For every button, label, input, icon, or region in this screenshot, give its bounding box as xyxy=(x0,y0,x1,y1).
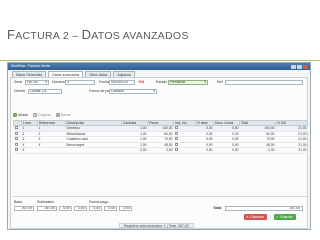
cliente-field[interactable]: Cliente 1 A … xyxy=(28,89,62,94)
cancel-button[interactable]: ✕ Cancelar xyxy=(244,214,267,220)
base-label: Base xyxy=(14,200,23,204)
row-checkbox[interactable] xyxy=(13,147,22,154)
close-icon[interactable] xyxy=(303,64,308,69)
maximize-icon[interactable] xyxy=(297,64,302,69)
plus-icon: + xyxy=(13,113,17,117)
cancel-label: Cancelar xyxy=(249,214,264,219)
duplicate-line-button[interactable]: ⧉ Duplicar xyxy=(33,113,51,117)
duplicate-icon: ⧉ xyxy=(33,113,38,117)
check-icon: ✓ xyxy=(276,214,279,219)
cliente-label: Cliente xyxy=(14,89,26,93)
status-bar: Registros seleccionados: 1 | Total: 267,… xyxy=(119,223,194,228)
footer-divider xyxy=(13,196,307,197)
table-cell: 21,00 xyxy=(275,147,308,154)
minimize-icon[interactable] xyxy=(291,64,296,69)
table-cell: 0,00 xyxy=(121,147,148,154)
ref-label: Ref xyxy=(217,80,223,84)
subtotal-field-2[interactable]: 0,00 xyxy=(59,206,72,211)
invoice-window: Modificar: Factura Venta Datos Generales… xyxy=(7,62,311,230)
subtotal-field-3[interactable]: 0,00 xyxy=(74,206,87,211)
table-cell: 0,00 xyxy=(239,147,276,154)
invoice-lines-table: Línea Referencia Descripción Cantidad Pr… xyxy=(13,120,308,154)
table-cell xyxy=(65,147,122,154)
table-cell: 0,00 xyxy=(213,147,240,154)
forma-pago-total-label: Forma pago xyxy=(89,200,109,204)
table-cell: 5 xyxy=(21,147,38,154)
subtotal-label: Subtotales xyxy=(37,200,54,204)
duplicate-label: Duplicar xyxy=(38,113,51,117)
table-cell: 0,00 xyxy=(147,147,174,154)
estado-select[interactable]: Pendiente xyxy=(168,80,208,85)
table-cell: 0,00 xyxy=(195,147,214,154)
fecha-field[interactable]: 04/03/2014 xyxy=(109,80,135,85)
forma-pago-select[interactable]: Contado xyxy=(109,89,157,94)
cliente-lookup-icon[interactable]: … xyxy=(57,90,60,93)
table-cell xyxy=(37,147,66,154)
imp-inc-checkbox[interactable] xyxy=(173,147,196,154)
fecha-offset: +03 xyxy=(138,80,145,84)
delete-line-button[interactable]: × Borrar xyxy=(55,113,71,117)
pago-field-1[interactable]: 0,00 xyxy=(104,206,117,211)
tab-content: Serie FACVE Número 3 Fecha 04/03/2014 +0… xyxy=(10,77,308,229)
ref-field[interactable] xyxy=(225,80,303,85)
subtotal-field-4[interactable]: 0,00 xyxy=(89,206,102,211)
subtotal-field-1[interactable]: 267,00 xyxy=(37,206,57,211)
save-label: Guardar xyxy=(279,214,293,219)
base-field[interactable]: 267,00 xyxy=(14,206,34,211)
window-title: Modificar: Factura Venta xyxy=(11,64,50,68)
total-field[interactable]: 267,00 xyxy=(225,206,303,211)
title-divider xyxy=(0,60,320,61)
estado-label: Estado xyxy=(156,80,168,84)
slide-title: FACTURA 2 – DATOS AVANZADOS xyxy=(7,27,189,42)
cliente-value: Cliente 1 A xyxy=(30,89,47,93)
add-label: Añadir xyxy=(18,113,29,117)
serie-label: Serie xyxy=(14,80,23,84)
numero-field[interactable]: 3 xyxy=(65,80,95,85)
pago-field-2[interactable]: 0,00 xyxy=(119,206,132,211)
trash-icon: × xyxy=(55,113,60,117)
serie-select[interactable]: FACVE xyxy=(25,80,49,85)
lines-toolbar: + Añadir ⧉ Duplicar × Borrar xyxy=(13,113,71,117)
window-titlebar: Modificar: Factura Venta xyxy=(8,63,310,70)
add-line-button[interactable]: + Añadir xyxy=(13,113,28,117)
save-button[interactable]: ✓ Guardar xyxy=(274,214,296,220)
delete-label: Borrar xyxy=(60,113,71,117)
fecha-label: Fecha xyxy=(99,80,109,84)
table-row[interactable]: 5 0,00 0,00 0,00 0,00 0,00 21,00 xyxy=(13,147,308,154)
numero-label: Número xyxy=(52,80,65,84)
total-label: Total xyxy=(213,206,222,210)
cancel-icon: ✕ xyxy=(246,214,249,219)
